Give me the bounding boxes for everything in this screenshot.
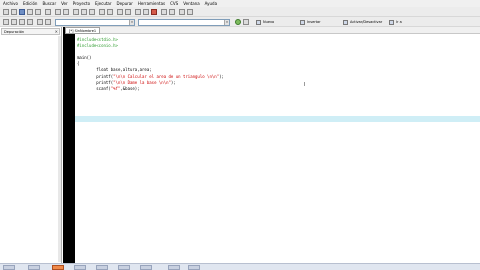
taskbar-item-folder[interactable]	[118, 265, 130, 270]
new-file-icon[interactable]	[3, 9, 9, 15]
print-icon[interactable]	[45, 9, 51, 15]
member-select[interactable]: ▾	[138, 19, 230, 26]
stop-icon[interactable]	[151, 9, 157, 15]
compile-icon[interactable]	[135, 9, 141, 15]
menu-proyecto[interactable]: Proyecto	[73, 1, 90, 6]
file-tab-bar: [*] SinNombre1	[65, 27, 480, 34]
taskbar-item-browser[interactable]	[74, 265, 86, 270]
menu-edicion[interactable]: Edición	[23, 1, 37, 6]
help-icon[interactable]	[187, 9, 193, 15]
toggle-icon[interactable]	[37, 19, 43, 25]
save-all-icon[interactable]	[27, 9, 33, 15]
bookmark-icon[interactable]	[243, 19, 249, 25]
add-file-icon[interactable]	[19, 19, 25, 25]
insertar-button[interactable]: Insertar	[300, 18, 321, 26]
ir-label: Ir a	[396, 20, 402, 24]
activar-desactivar-button[interactable]: Activar/Desactivar	[343, 18, 382, 26]
insert-icon	[300, 19, 305, 25]
tab-depuracion-label: Depuración	[4, 30, 25, 34]
file-tab-sinnombre1[interactable]: [*] SinNombre1	[65, 27, 101, 34]
code-token: );	[219, 73, 224, 79]
class-select[interactable]: ▾	[55, 19, 135, 26]
project-icon[interactable]	[117, 9, 123, 15]
left-panel-scrollbar[interactable]	[58, 36, 61, 262]
taskbar-item-recorder[interactable]	[168, 265, 180, 270]
code-line[interactable]: scanf("%f",&base);	[77, 86, 224, 92]
string-literal: "%f"	[110, 85, 121, 91]
mouse-cursor-icon: I	[304, 82, 306, 88]
redo-icon[interactable]	[63, 9, 69, 15]
toggle-bookmark-icon	[343, 19, 348, 25]
remove-file-icon[interactable]	[27, 19, 33, 25]
find-icon[interactable]	[73, 9, 79, 15]
taskbar-item-app[interactable]	[52, 265, 64, 270]
options-icon[interactable]	[125, 9, 131, 15]
taskbar-item-media[interactable]	[140, 265, 152, 270]
save-icon[interactable]	[19, 9, 25, 15]
tab-depuracion[interactable]: Depuración	[1, 28, 60, 35]
toolbar-secondary: ▾ ▾ Nuevo Insertar Activar/Desactivar Ir…	[0, 17, 480, 27]
start-button[interactable]	[3, 265, 15, 270]
undo-icon[interactable]	[55, 9, 61, 15]
editor-gutter	[63, 27, 75, 263]
class-browser-icon[interactable]	[11, 19, 17, 25]
left-panel: Depuración ✕	[0, 27, 62, 263]
ir-a-button[interactable]: Ir a	[389, 18, 402, 26]
insertar-label: Insertar	[307, 20, 321, 24]
include-directive: #include<stdio.h>	[77, 37, 118, 42]
code-token: printf(	[77, 79, 114, 85]
menu-ventana[interactable]: Ventana	[183, 1, 199, 6]
nuevo-button[interactable]: Nuevo	[256, 18, 274, 26]
activar-label: Activar/Desactivar	[350, 20, 383, 24]
goto-icon[interactable]	[89, 9, 95, 15]
menu-archivo[interactable]: Archivo	[3, 1, 18, 6]
new-icon	[256, 19, 261, 25]
menu-cvs[interactable]: CVS	[170, 1, 178, 6]
open-file-icon[interactable]	[11, 9, 17, 15]
check-icon[interactable]	[235, 19, 241, 25]
nuevo-label: Nuevo	[263, 20, 275, 24]
run-icon[interactable]	[143, 9, 149, 15]
include-directive: #include<conio.h>	[77, 43, 118, 49]
code-token: ,&base);	[120, 85, 140, 91]
unindent-icon[interactable]	[107, 9, 113, 15]
toolbar-main	[0, 7, 480, 17]
taskbar-item-explorer[interactable]	[28, 265, 40, 270]
string-literal: "\n\n Dame la base \n\n"	[113, 79, 171, 85]
window-icon[interactable]	[45, 19, 51, 25]
menu-ayuda[interactable]: Ayuda	[205, 1, 217, 6]
menu-ver[interactable]: Ver	[61, 1, 68, 6]
menu-ejecutar[interactable]: Ejecutar	[95, 1, 112, 6]
taskbar	[0, 263, 480, 270]
close-file-icon[interactable]	[35, 9, 41, 15]
rebuild-icon[interactable]	[169, 9, 175, 15]
new-project-icon[interactable]	[3, 19, 9, 25]
code-token: printf(	[77, 73, 114, 79]
menu-depurar[interactable]: Depurar	[117, 1, 133, 6]
string-literal: "\n\n Calcular el area de un triangulo \…	[113, 73, 220, 79]
indent-icon[interactable]	[99, 9, 105, 15]
code-token: scanf(	[77, 85, 111, 91]
menu-bar: Archivo Edición Buscar Ver Proyecto Ejec…	[0, 0, 480, 7]
goto-line-icon	[389, 19, 394, 25]
close-icon[interactable]: ✕	[55, 29, 58, 34]
code-lines: #include<stdio.h> #include<conio.h> main()…	[77, 37, 224, 92]
menu-buscar[interactable]: Buscar	[42, 1, 56, 6]
chevron-down-icon[interactable]: ▾	[129, 20, 134, 25]
code-editor[interactable]: [*] SinNombre1 #include<stdio.h> #include…	[65, 27, 480, 263]
taskbar-item-other[interactable]	[188, 265, 200, 270]
debug-icon[interactable]	[179, 9, 185, 15]
chevron-down-icon[interactable]: ▾	[224, 20, 229, 25]
taskbar-item-dev[interactable]	[96, 265, 108, 270]
current-line-highlight	[75, 116, 480, 122]
code-token: );	[170, 79, 176, 85]
menu-herramientas[interactable]: Herramientas	[138, 1, 165, 6]
replace-icon[interactable]	[81, 9, 87, 15]
compile-run-icon[interactable]	[161, 9, 167, 15]
